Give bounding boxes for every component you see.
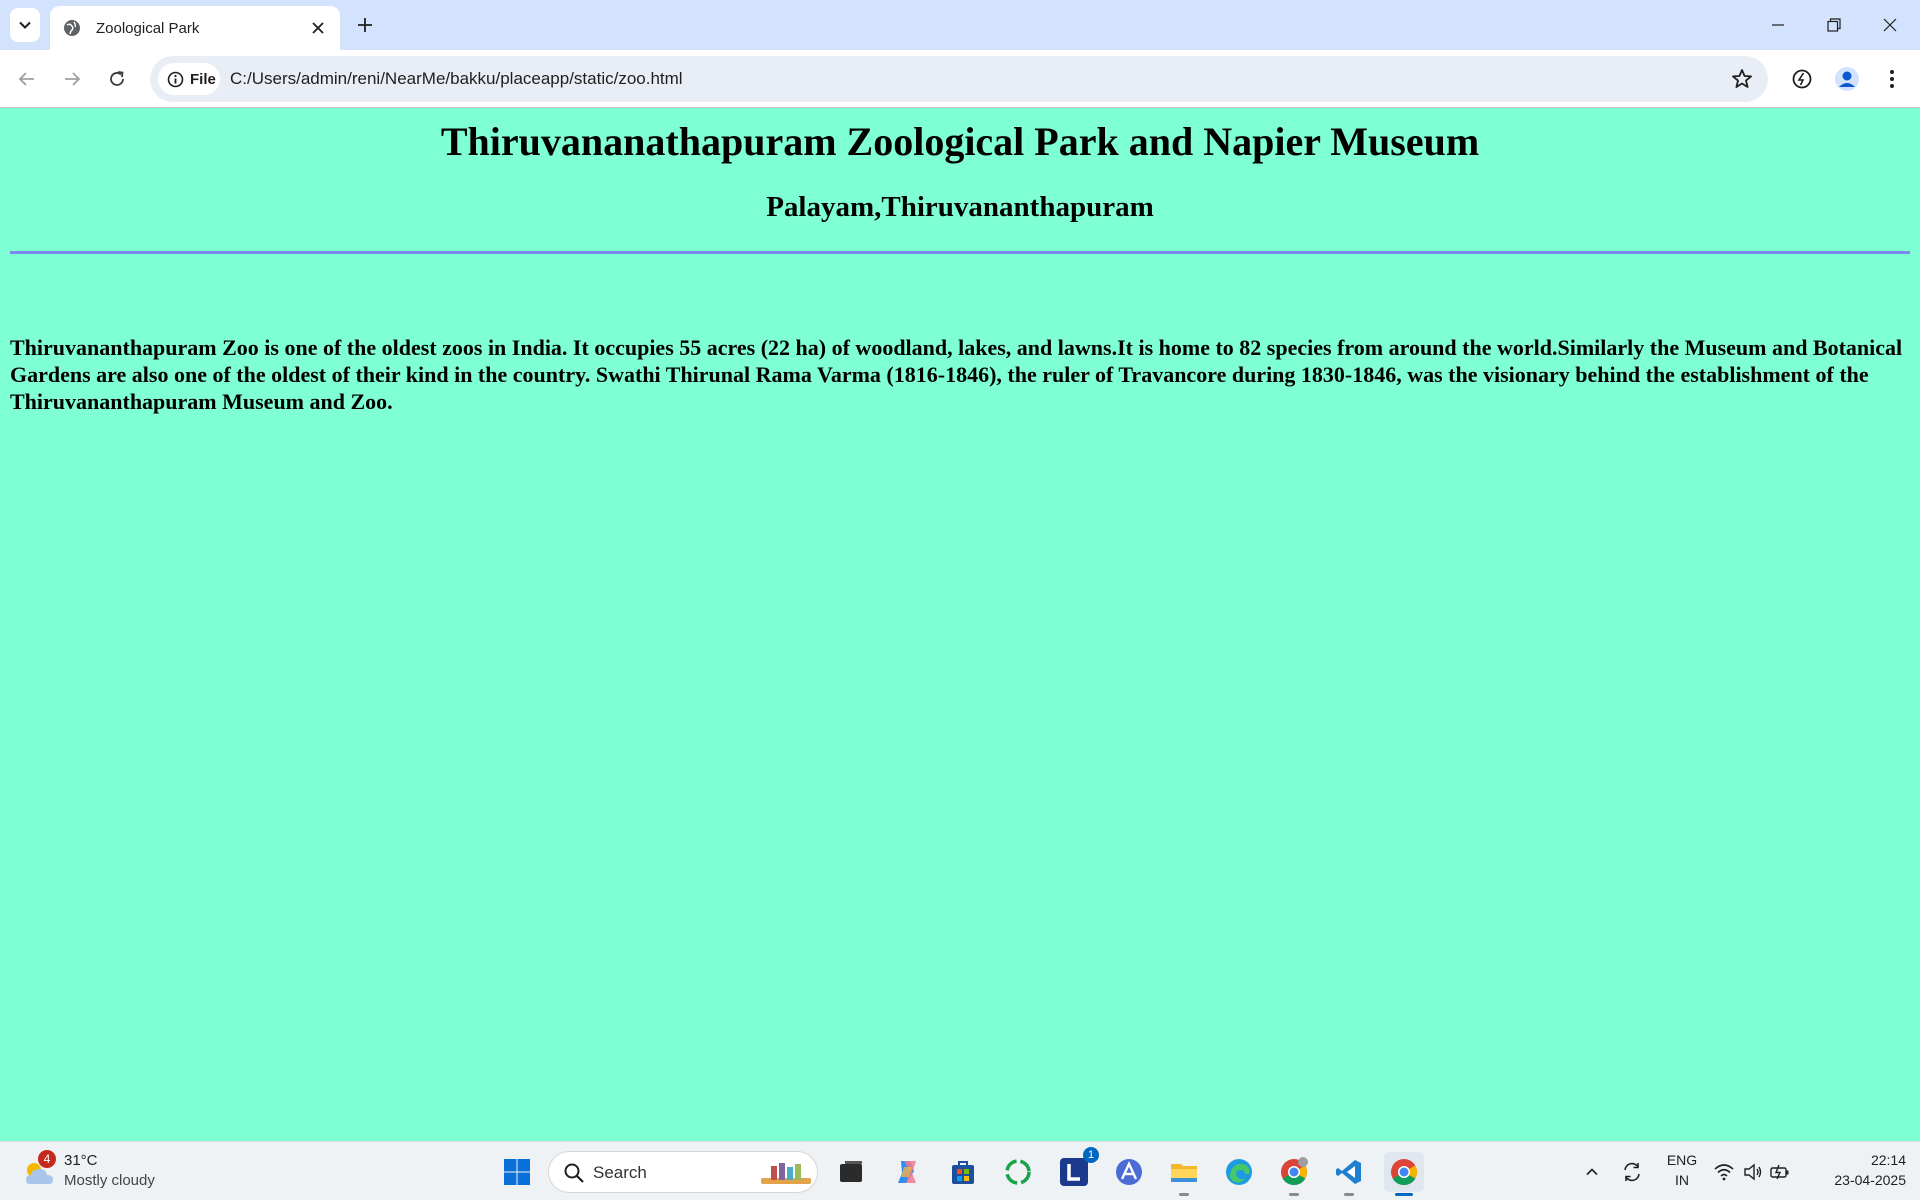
page-subtitle: Palayam,Thiruvananthapuram — [766, 191, 1154, 223]
tab-title: Zoological Park — [96, 19, 200, 37]
url-text[interactable]: C:/Users/admin/reni/NearMe/bakku/placeap… — [230, 69, 683, 89]
browser-toolbar: File C:/Users/admin/reni/NearMe/bakku/pl… — [0, 50, 1920, 108]
taskbar: 4 31°C Mostly cloudy Search 1 ENG IN 22:… — [0, 1141, 1920, 1200]
copilot-app[interactable] — [887, 1152, 927, 1192]
edge-icon — [1226, 1159, 1252, 1185]
restore-button[interactable] — [1806, 0, 1862, 50]
microsoft-store-app[interactable] — [943, 1152, 983, 1192]
new-tab-button[interactable] — [352, 12, 378, 38]
system-clock[interactable]: 22:14 23-04-2025 — [1806, 1150, 1906, 1190]
task-view-app[interactable] — [831, 1152, 871, 1192]
chevron-down-icon — [19, 21, 31, 29]
region-code: IN — [1675, 1172, 1689, 1188]
search-label: Search — [593, 1163, 647, 1182]
store-icon — [952, 1161, 974, 1184]
clock-date: 23-04-2025 — [1834, 1172, 1906, 1188]
address-bar[interactable]: File C:/Users/admin/reni/NearMe/bakku/pl… — [150, 56, 1768, 102]
search-highlight-icon — [761, 1163, 811, 1184]
weather-temp: 31°C — [64, 1152, 98, 1169]
quick-settings-button[interactable] — [1712, 1150, 1792, 1194]
folder-icon — [1171, 1164, 1197, 1182]
language-indicator[interactable]: ENG IN — [1660, 1150, 1704, 1190]
battery-charging-icon — [1770, 1164, 1789, 1180]
more-menu-icon[interactable] — [1878, 65, 1906, 93]
edge-app[interactable] — [1219, 1152, 1259, 1192]
arrow-right-icon — [65, 72, 81, 86]
tab-zoological-park[interactable]: Zoological Park — [50, 6, 340, 50]
tab-strip: Zoological Park — [0, 0, 1920, 50]
launcher-badge: 1 — [1083, 1147, 1099, 1163]
bookmark-star-icon[interactable] — [1730, 67, 1754, 91]
horizontal-rule — [10, 251, 1910, 254]
close-window-button[interactable] — [1862, 0, 1918, 50]
close-icon — [1883, 18, 1897, 32]
description-paragraph: Thiruvananthapuram Zoo is one of the old… — [10, 335, 1903, 414]
taskbar-search[interactable]: Search — [548, 1151, 818, 1193]
active-indicator — [1395, 1193, 1413, 1196]
vscode-icon — [1336, 1160, 1361, 1184]
running-indicator — [1289, 1193, 1299, 1196]
a-triangle-icon — [1116, 1159, 1142, 1185]
globe-icon — [64, 20, 80, 36]
vscode-app[interactable] — [1329, 1152, 1369, 1196]
l-letter-icon — [1060, 1158, 1088, 1186]
reload-button[interactable] — [99, 61, 135, 97]
sync-icon — [1624, 1162, 1640, 1182]
clock-time: 22:14 — [1870, 1152, 1906, 1168]
chrome-icon — [1391, 1159, 1418, 1186]
site-info-chip[interactable]: File — [158, 63, 220, 95]
chrome-app-active[interactable] — [1384, 1152, 1424, 1196]
wifi-icon — [1714, 1164, 1734, 1181]
restore-icon — [1827, 18, 1841, 32]
weather-alert-badge: 4 — [38, 1150, 56, 1168]
running-indicator — [1344, 1193, 1354, 1196]
chevron-up-icon — [1586, 1168, 1598, 1176]
minimize-icon — [1772, 24, 1784, 26]
close-tab-icon[interactable] — [308, 18, 328, 38]
launcher-app[interactable]: 1 — [1054, 1147, 1099, 1192]
chrome-profile-app[interactable] — [1274, 1152, 1314, 1196]
file-chip-label: File — [190, 70, 216, 88]
sync-tray-button[interactable] — [1616, 1150, 1648, 1194]
search-icon — [564, 1163, 584, 1183]
weather-widget[interactable]: 4 31°C Mostly cloudy — [20, 1150, 180, 1194]
copilot-icon — [898, 1161, 916, 1183]
arrow-left-icon — [18, 72, 34, 86]
info-icon — [167, 71, 184, 87]
android-studio-app[interactable] — [1109, 1152, 1149, 1192]
profile-avatar-icon[interactable] — [1833, 65, 1861, 93]
minimize-button[interactable] — [1750, 0, 1806, 50]
sync-app[interactable] — [998, 1152, 1038, 1192]
web-page: Thiruvananathapuram Zoological Park and … — [0, 109, 1920, 1141]
language-code: ENG — [1666, 1152, 1698, 1168]
show-hidden-icons-button[interactable] — [1578, 1150, 1606, 1194]
back-button[interactable] — [9, 61, 45, 97]
running-indicator — [1179, 1193, 1189, 1196]
page-title: Thiruvananathapuram Zoological Park and … — [440, 119, 1480, 164]
speaker-icon — [1744, 1163, 1762, 1181]
task-view-icon — [840, 1161, 862, 1182]
weather-condition: Mostly cloudy — [64, 1172, 155, 1189]
plus-icon — [358, 18, 372, 32]
reload-icon — [110, 71, 124, 86]
circular-arrows-icon — [1005, 1159, 1031, 1185]
file-explorer-app[interactable] — [1164, 1152, 1204, 1196]
chrome-icon — [1281, 1157, 1308, 1186]
performance-icon[interactable] — [1788, 65, 1816, 93]
tab-search-button[interactable] — [10, 8, 40, 42]
start-button[interactable] — [497, 1152, 537, 1192]
forward-button[interactable] — [54, 61, 90, 97]
windows-logo-icon — [504, 1159, 530, 1185]
